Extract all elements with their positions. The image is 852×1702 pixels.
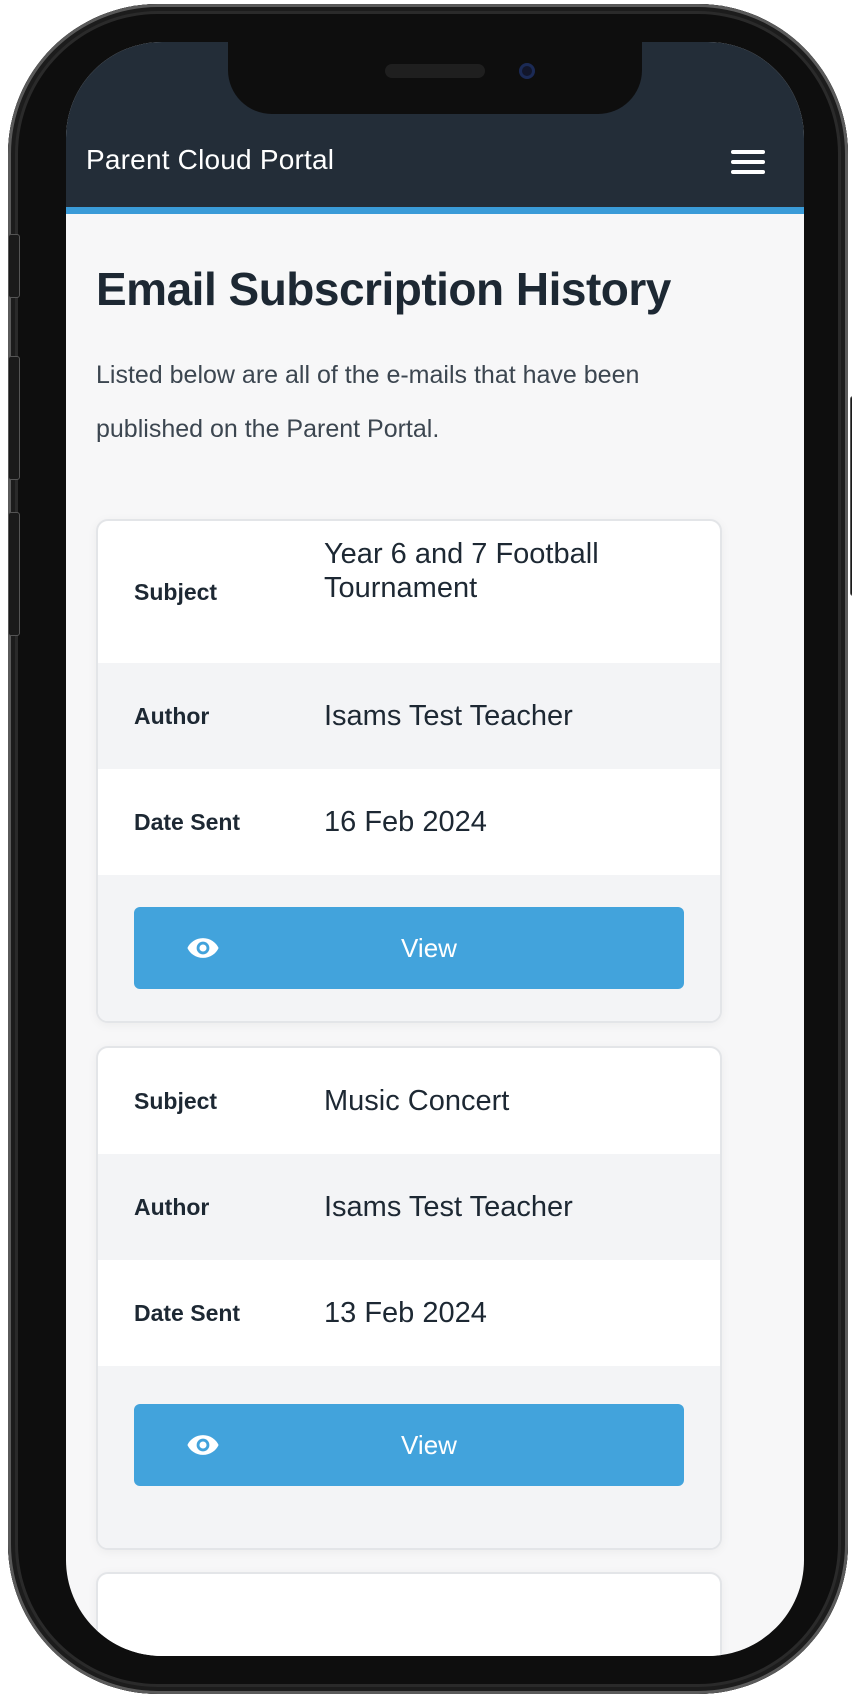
speaker-grille <box>385 64 485 78</box>
volume-up-button <box>8 356 20 480</box>
subject-row: Subject Music Concert <box>98 1048 720 1154</box>
hamburger-menu-icon[interactable] <box>728 146 768 182</box>
date-sent-row: Date Sent 16 Feb 2024 <box>98 769 720 875</box>
view-button[interactable]: View <box>134 1404 684 1486</box>
author-label: Author <box>134 703 210 729</box>
page-title: Email Subscription History <box>96 263 671 315</box>
action-row: View <box>98 1366 720 1548</box>
email-card: Subject Year 6 and 7 Football Tournament… <box>96 519 722 1023</box>
author-value: Isams Test Teacher <box>324 1191 573 1223</box>
subject-value: Year 6 and 7 Football Tournament <box>324 538 599 604</box>
date-sent-row: Date Sent 13 Feb 2024 <box>98 1260 720 1366</box>
date-sent-value: 16 Feb 2024 <box>324 806 487 838</box>
silent-switch <box>8 234 20 298</box>
front-camera-icon <box>519 63 535 79</box>
author-value: Isams Test Teacher <box>324 700 573 732</box>
action-row: View <box>98 875 720 1021</box>
view-button-label: View <box>401 933 457 963</box>
page-intro: Listed below are all of the e-mails that… <box>96 361 640 443</box>
app-title[interactable]: Parent Cloud Portal <box>86 144 334 176</box>
view-button-label: View <box>401 1430 457 1460</box>
phone-frame: Parent Cloud Portal Email Subscription H… <box>8 4 852 1694</box>
volume-down-button <box>8 512 20 636</box>
subject-label: Subject <box>134 1088 218 1114</box>
date-sent-value: 13 Feb 2024 <box>324 1297 487 1329</box>
subject-label: Subject <box>134 579 218 605</box>
author-row: Author Isams Test Teacher <box>98 663 720 769</box>
subject-value: Music Concert <box>324 1085 510 1117</box>
email-card-partial <box>96 1572 722 1656</box>
email-card: Subject Music Concert Author Isams Test … <box>96 1046 722 1550</box>
view-button[interactable]: View <box>134 907 684 989</box>
date-sent-label: Date Sent <box>134 809 241 835</box>
author-label: Author <box>134 1194 210 1220</box>
phone-screen: Parent Cloud Portal Email Subscription H… <box>66 42 804 1656</box>
date-sent-label: Date Sent <box>134 1300 241 1326</box>
subject-row: Subject Year 6 and 7 Football Tournament <box>98 521 720 663</box>
notch <box>228 42 642 114</box>
author-row: Author Isams Test Teacher <box>98 1154 720 1260</box>
